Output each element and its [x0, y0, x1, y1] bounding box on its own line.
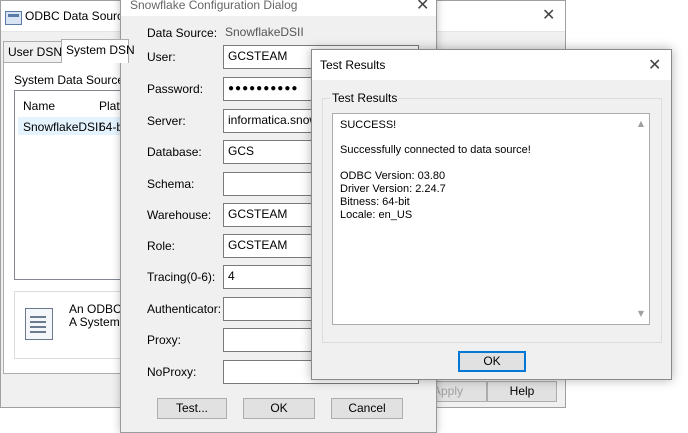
test-button[interactable]: Test... — [157, 398, 227, 419]
odbc-app-icon — [5, 11, 22, 25]
test-results-titlebar: Test Results ✕ — [312, 50, 671, 80]
driver-version-text: Driver Version: 2.24.7 — [340, 183, 446, 195]
status-text: SUCCESS! — [340, 119, 397, 131]
proxy-label: Proxy: — [147, 333, 182, 347]
schema-label: Schema: — [147, 177, 195, 191]
server-label: Server: — [147, 114, 186, 128]
user-label: User: — [147, 50, 176, 64]
password-label: Password: — [147, 82, 204, 96]
ok-button[interactable]: OK — [243, 398, 315, 419]
test-results-ok-button[interactable]: OK — [458, 351, 526, 372]
results-textbox[interactable]: SUCCESS! Successfully connected to data … — [332, 113, 650, 325]
cancel-button[interactable]: Cancel — [331, 398, 403, 419]
authenticator-label: Authenticator: — [147, 302, 222, 316]
odbc-version-text: ODBC Version: 03.80 — [340, 170, 446, 182]
warehouse-label: Warehouse: — [147, 208, 212, 222]
column-header-name[interactable]: Name — [23, 99, 55, 113]
group-title: Test Results — [330, 91, 400, 105]
config-titlebar: Snowflake Configuration Dialog ✕ — [121, 0, 436, 16]
noproxy-label: NoProxy: — [147, 365, 197, 379]
scroll-up-icon[interactable]: ▲ — [636, 119, 646, 129]
data-source-value: SnowflakeDSII — [225, 25, 304, 39]
list-item-name[interactable]: SnowflakeDSII — [23, 120, 102, 134]
test-results-title: Test Results — [320, 58, 386, 72]
scroll-down-icon[interactable]: ▼ — [636, 309, 646, 319]
connection-message: Successfully connected to data source! — [340, 144, 531, 156]
role-label: Role: — [147, 239, 176, 253]
close-icon[interactable]: ✕ — [416, 0, 429, 14]
database-label: Database: — [147, 145, 202, 159]
tracing-label: Tracing(0-6): — [147, 270, 216, 284]
test-results-dialog: Test Results ✕ Test Results SUCCESS! Suc… — [311, 49, 672, 380]
close-icon[interactable]: ✕ — [542, 5, 555, 24]
locale-text: Locale: en_US — [340, 209, 413, 221]
document-icon — [25, 308, 53, 340]
tab-user-dsn[interactable]: User DSN — [3, 41, 64, 62]
system-data-sources-label: System Data Sources: — [14, 73, 134, 87]
data-source-label: Data Source: — [147, 26, 218, 40]
bitness-text: Bitness: 64-bit — [340, 196, 410, 208]
close-icon[interactable]: ✕ — [648, 55, 661, 74]
help-button[interactable]: Help — [487, 381, 557, 402]
tab-system-dsn[interactable]: System DSN — [61, 39, 135, 63]
test-results-group: Test Results SUCCESS! Successfully conne… — [322, 91, 662, 343]
config-dialog-title: Snowflake Configuration Dialog — [130, 0, 298, 12]
